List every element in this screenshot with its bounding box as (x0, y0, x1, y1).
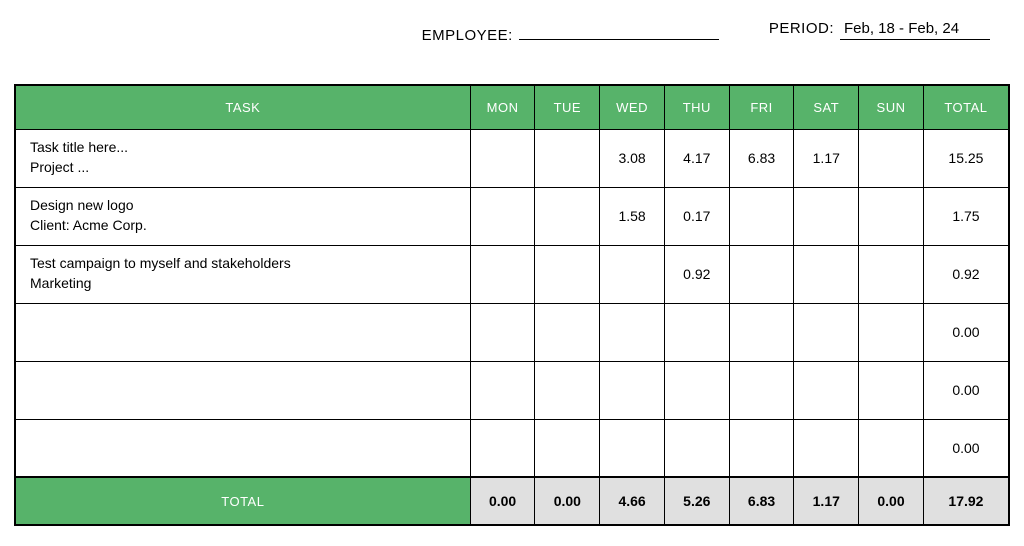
cell-thu[interactable]: 0.17 (664, 187, 729, 245)
cell-sun[interactable] (859, 129, 924, 187)
cell-tue[interactable] (535, 303, 600, 361)
cell-wed[interactable]: 3.08 (600, 129, 665, 187)
cell-mon[interactable] (470, 419, 535, 477)
table-header-row: TASK MON TUE WED THU FRI SAT SUN TOTAL (15, 85, 1009, 129)
cell-sat[interactable] (794, 187, 859, 245)
task-cell[interactable] (15, 361, 470, 419)
total-grand: 17.92 (923, 477, 1009, 525)
cell-total: 0.00 (923, 303, 1009, 361)
table-row: Design new logo Client: Acme Corp. 1.58 0… (15, 187, 1009, 245)
total-wed: 4.66 (600, 477, 665, 525)
task-cell[interactable]: Task title here... Project ... (15, 129, 470, 187)
cell-fri[interactable] (729, 187, 794, 245)
col-wed: WED (600, 85, 665, 129)
timesheet-table: TASK MON TUE WED THU FRI SAT SUN TOTAL T… (14, 84, 1010, 526)
cell-sun[interactable] (859, 361, 924, 419)
totals-label: TOTAL (15, 477, 470, 525)
task-sub: Project ... (30, 159, 89, 175)
task-title: Design new logo (30, 197, 134, 213)
col-total: TOTAL (923, 85, 1009, 129)
cell-wed[interactable] (600, 245, 665, 303)
cell-wed[interactable] (600, 361, 665, 419)
col-mon: MON (470, 85, 535, 129)
task-cell[interactable]: Design new logo Client: Acme Corp. (15, 187, 470, 245)
cell-fri[interactable] (729, 245, 794, 303)
cell-mon[interactable] (470, 129, 535, 187)
totals-row: TOTAL 0.00 0.00 4.66 5.26 6.83 1.17 0.00… (15, 477, 1009, 525)
table-row: Test campaign to myself and stakeholders… (15, 245, 1009, 303)
cell-sat[interactable] (794, 419, 859, 477)
cell-tue[interactable] (535, 245, 600, 303)
employee-label: EMPLOYEE: (422, 27, 513, 44)
cell-mon[interactable] (470, 361, 535, 419)
task-title: Task title here... (30, 139, 128, 155)
task-cell[interactable]: Test campaign to myself and stakeholders… (15, 245, 470, 303)
header-row: EMPLOYEE: PERIOD: Feb, 18 - Feb, 24 (14, 20, 1010, 44)
col-thu: THU (664, 85, 729, 129)
col-fri: FRI (729, 85, 794, 129)
cell-fri[interactable] (729, 419, 794, 477)
cell-sat[interactable] (794, 361, 859, 419)
total-sun: 0.00 (859, 477, 924, 525)
total-mon: 0.00 (470, 477, 535, 525)
cell-sun[interactable] (859, 187, 924, 245)
cell-total: 0.00 (923, 419, 1009, 477)
table-row: 0.00 (15, 361, 1009, 419)
cell-sun[interactable] (859, 303, 924, 361)
cell-tue[interactable] (535, 361, 600, 419)
cell-total: 0.92 (923, 245, 1009, 303)
task-sub: Client: Acme Corp. (30, 217, 147, 233)
cell-fri[interactable]: 6.83 (729, 129, 794, 187)
col-tue: TUE (535, 85, 600, 129)
cell-total: 0.00 (923, 361, 1009, 419)
period-label: PERIOD: (769, 20, 834, 37)
cell-fri[interactable] (729, 361, 794, 419)
total-thu: 5.26 (664, 477, 729, 525)
task-cell[interactable] (15, 303, 470, 361)
cell-mon[interactable] (470, 303, 535, 361)
table-row: Task title here...Project ... 3.08 4.17 … (15, 129, 1009, 187)
cell-thu[interactable] (664, 361, 729, 419)
cell-total: 15.25 (923, 129, 1009, 187)
task-title: Test campaign to myself and stakeholders (30, 255, 291, 271)
cell-sat[interactable] (794, 303, 859, 361)
cell-sat[interactable] (794, 245, 859, 303)
cell-thu[interactable] (664, 303, 729, 361)
period-field: PERIOD: Feb, 18 - Feb, 24 (769, 20, 990, 44)
cell-tue[interactable] (535, 419, 600, 477)
period-value[interactable]: Feb, 18 - Feb, 24 (840, 20, 990, 40)
cell-wed[interactable] (600, 419, 665, 477)
task-sub: Marketing (30, 275, 91, 291)
employee-value[interactable] (519, 20, 719, 40)
cell-thu[interactable]: 4.17 (664, 129, 729, 187)
cell-fri[interactable] (729, 303, 794, 361)
cell-thu[interactable] (664, 419, 729, 477)
col-task: TASK (15, 85, 470, 129)
col-sun: SUN (859, 85, 924, 129)
cell-tue[interactable] (535, 187, 600, 245)
cell-sat[interactable]: 1.17 (794, 129, 859, 187)
cell-thu[interactable]: 0.92 (664, 245, 729, 303)
task-cell[interactable] (15, 419, 470, 477)
employee-field: EMPLOYEE: (422, 20, 719, 44)
cell-wed[interactable]: 1.58 (600, 187, 665, 245)
total-fri: 6.83 (729, 477, 794, 525)
table-body: Task title here...Project ... 3.08 4.17 … (15, 129, 1009, 477)
table-row: 0.00 (15, 419, 1009, 477)
cell-mon[interactable] (470, 187, 535, 245)
cell-sun[interactable] (859, 419, 924, 477)
cell-mon[interactable] (470, 245, 535, 303)
total-sat: 1.17 (794, 477, 859, 525)
cell-total: 1.75 (923, 187, 1009, 245)
cell-sun[interactable] (859, 245, 924, 303)
cell-tue[interactable] (535, 129, 600, 187)
col-sat: SAT (794, 85, 859, 129)
cell-wed[interactable] (600, 303, 665, 361)
total-tue: 0.00 (535, 477, 600, 525)
table-row: 0.00 (15, 303, 1009, 361)
